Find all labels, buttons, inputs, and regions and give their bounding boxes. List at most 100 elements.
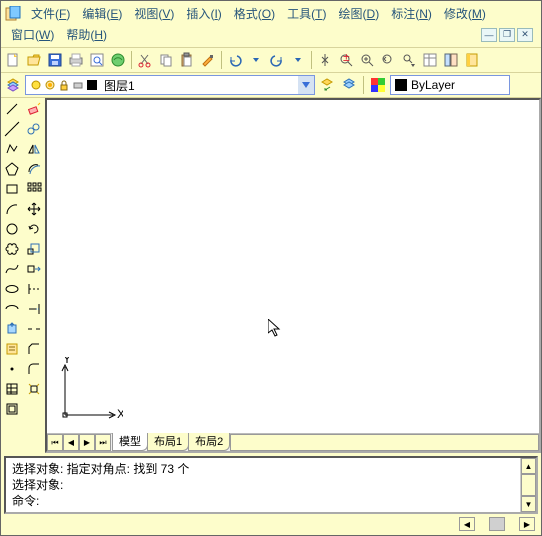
modify-toolbar [23,98,45,453]
tab-next-button[interactable]: ▶ [79,434,95,451]
zoom-window-button[interactable] [357,50,377,70]
properties-button[interactable] [420,50,440,70]
command-history[interactable]: 选择对象: 指定对角点: 找到 73 个 选择对象: 命令: [6,458,520,512]
insert-block-tool[interactable] [3,320,21,338]
undo-button[interactable] [225,50,245,70]
extend-tool[interactable] [25,300,43,318]
undo-dropdown[interactable] [246,50,266,70]
polyline-tool[interactable] [3,140,21,158]
scroll-down-button[interactable]: ▼ [521,496,536,512]
save-button[interactable] [45,50,65,70]
restore-button[interactable]: ❐ [499,28,515,42]
layer-toolbar: 图层1 ByLayer [1,73,541,98]
arc-tool[interactable] [3,200,21,218]
tab-layout1[interactable]: 布局1 [147,431,189,451]
copy-button[interactable] [156,50,176,70]
offset-tool[interactable] [25,160,43,178]
window-controls: — ❐ ✕ [481,28,537,42]
hatch-tool[interactable] [3,380,21,398]
mirror-tool[interactable] [25,140,43,158]
copy-tool[interactable] [25,120,43,138]
match-properties-button[interactable] [198,50,218,70]
model-viewport[interactable]: Y X [47,100,539,433]
erase-tool[interactable] [25,100,43,118]
chamfer-tool[interactable] [25,340,43,358]
plot-button[interactable] [66,50,86,70]
spline-tool[interactable] [3,260,21,278]
linetype-combo[interactable]: ByLayer [390,75,510,95]
menu-dimension[interactable]: 标注(N) [385,3,438,24]
layer-combo[interactable]: 图层1 [25,75,315,95]
plot-preview-button[interactable] [87,50,107,70]
explode-tool[interactable] [25,380,43,398]
tab-prev-button[interactable]: ◀ [63,434,79,451]
rectangle-tool[interactable] [3,180,21,198]
layer-properties-button[interactable] [3,75,23,95]
array-tool[interactable] [25,180,43,198]
publish-button[interactable] [108,50,128,70]
ellipse-tool[interactable] [3,280,21,298]
svg-text:±: ± [343,52,350,64]
move-tool[interactable] [25,200,43,218]
cut-button[interactable] [135,50,155,70]
pan-button[interactable] [315,50,335,70]
circle-tool[interactable] [3,220,21,238]
layer-plot-icon [72,79,84,91]
minimize-button[interactable]: — [481,28,497,42]
trim-tool[interactable] [25,280,43,298]
tab-first-button[interactable]: ⏮ [47,434,63,451]
scroll-up-button[interactable]: ▲ [521,458,536,474]
cmd-scroll-thumb[interactable] [489,517,505,531]
scale-tool[interactable] [25,240,43,258]
app-icon [5,6,21,22]
command-vscroll[interactable]: ▲ ▼ [520,458,536,512]
break-tool[interactable] [25,320,43,338]
revcloud-tool[interactable] [3,240,21,258]
menu-modify[interactable]: 修改(M) [438,3,492,24]
paste-button[interactable] [177,50,197,70]
tab-layout2[interactable]: 布局2 [188,431,230,451]
redo-button[interactable] [267,50,287,70]
zoom-dropdown[interactable] [399,50,419,70]
ellipse-arc-tool[interactable] [3,300,21,318]
menu-window[interactable]: 窗口(W) [5,24,60,45]
cmd-scroll-left[interactable]: ◀ [459,517,475,531]
menu-file[interactable]: 文件(F) [25,3,76,24]
color-control[interactable] [368,75,388,95]
zoom-previous-button[interactable] [378,50,398,70]
layer-states-button[interactable] [339,75,359,95]
menu-help[interactable]: 帮助(H) [60,24,113,45]
menu-format[interactable]: 格式(O) [228,3,281,24]
zoom-realtime-button[interactable]: ± [336,50,356,70]
layer-previous-button[interactable] [317,75,337,95]
point-tool[interactable] [3,360,21,378]
open-button[interactable] [24,50,44,70]
stretch-tool[interactable] [25,260,43,278]
region-tool[interactable] [3,400,21,418]
close-button[interactable]: ✕ [517,28,533,42]
cmd-scroll-right[interactable]: ▶ [519,517,535,531]
rotate-tool[interactable] [25,220,43,238]
design-center-button[interactable] [441,50,461,70]
tab-last-button[interactable]: ⏭ [95,434,111,451]
line-tool[interactable] [3,100,21,118]
menu-edit[interactable]: 编辑(E) [76,3,128,24]
menu-tools[interactable]: 工具(T) [281,3,332,24]
menu-insert[interactable]: 插入(I) [180,3,227,24]
polygon-tool[interactable] [3,160,21,178]
new-button[interactable] [3,50,23,70]
chevron-down-icon[interactable] [298,76,314,94]
tab-model[interactable]: 模型 [112,431,148,451]
ucs-icon: Y X [53,357,123,427]
tool-palettes-button[interactable] [462,50,482,70]
xline-tool[interactable] [3,120,21,138]
redo-dropdown[interactable] [288,50,308,70]
layer-freeze-icon [44,79,56,91]
layer-color-icon [86,79,98,91]
make-block-tool[interactable] [3,340,21,358]
menu-view[interactable]: 视图(V) [128,3,180,24]
menu-draw[interactable]: 绘图(D) [333,3,386,24]
draw-toolbar [1,98,23,453]
fillet-tool[interactable] [25,360,43,378]
hscroll-track[interactable] [230,434,539,451]
